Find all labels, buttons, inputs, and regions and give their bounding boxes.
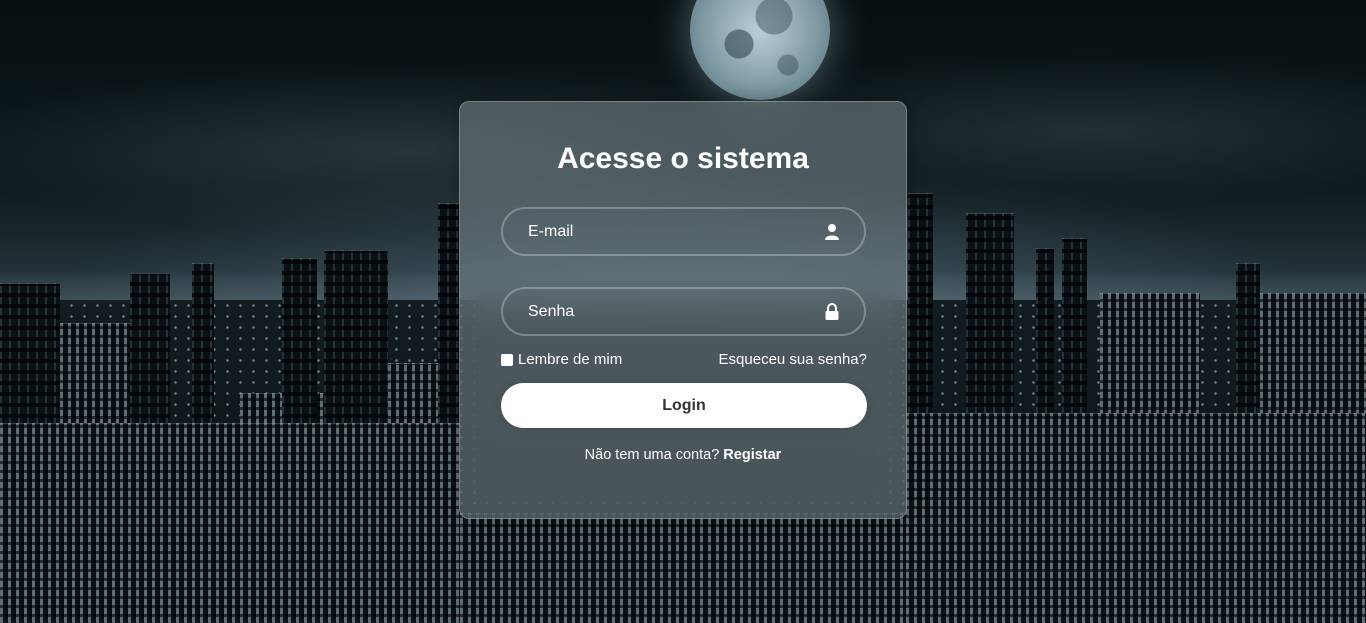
password-field-wrapper	[501, 287, 866, 336]
page-title: Acesse o sistema	[557, 142, 809, 175]
email-field-wrapper	[501, 207, 866, 256]
checkbox-box[interactable]	[501, 353, 513, 366]
register-prompt: Não tem uma conta? Registar	[460, 447, 906, 463]
building	[460, 513, 910, 623]
moon	[690, 0, 830, 100]
user-icon	[824, 223, 840, 241]
building	[0, 423, 460, 623]
lock-icon	[824, 303, 840, 321]
login-button[interactable]: Login	[501, 383, 867, 428]
login-options: Lembre de mim Esqueceu sua senha?	[501, 351, 867, 369]
register-link[interactable]: Registar	[723, 447, 781, 463]
remember-me-checkbox[interactable]: Lembre de mim	[501, 351, 622, 368]
remember-me-label: Lembre de mim	[518, 351, 623, 368]
email-input[interactable]	[503, 209, 864, 254]
forgot-password-link[interactable]: Esqueceu sua senha?	[719, 351, 867, 368]
password-input[interactable]	[503, 289, 864, 334]
register-prompt-text: Não tem uma conta?	[584, 447, 720, 463]
login-card: Acesse o sistema Lembre de mim Esqueceu …	[459, 101, 907, 519]
building	[906, 413, 1366, 623]
